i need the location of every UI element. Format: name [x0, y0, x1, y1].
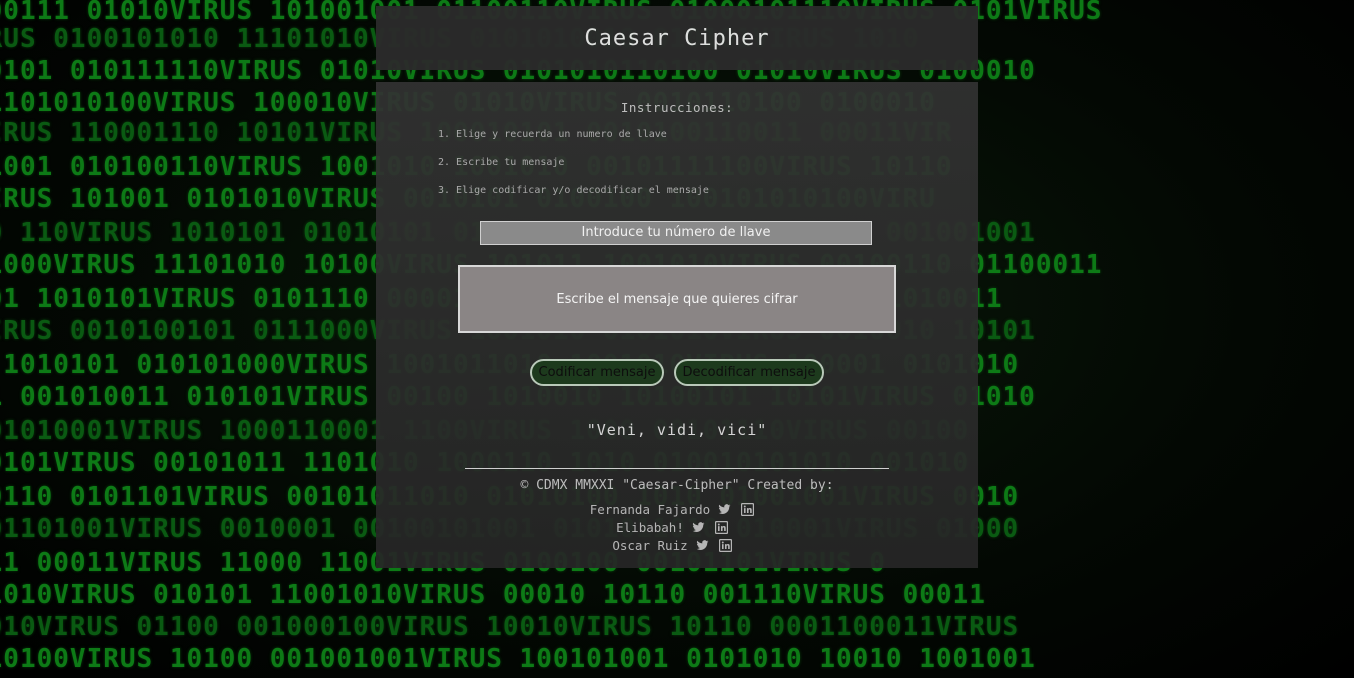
twitter-icon[interactable] [718, 503, 731, 516]
author-name: Elibabah! [616, 520, 684, 535]
message-textarea[interactable]: Escribe el mensaje que quieres cifrar [458, 265, 896, 333]
key-number-input[interactable]: Introduce tu número de llave [480, 221, 872, 245]
linkedin-icon[interactable] [718, 539, 732, 552]
instructions-title: Instrucciones: [620, 100, 734, 115]
footer-divider [465, 468, 889, 469]
encode-button[interactable]: Codificar mensaje [530, 359, 664, 386]
background-code-line: 1010VIRUS 01100 001000100VIRUS 10010VIRU… [0, 612, 1020, 642]
instruction-item: 2. Escribe tu mensaje [438, 157, 565, 168]
linkedin-icon[interactable] [741, 503, 755, 516]
twitter-icon[interactable] [692, 521, 705, 534]
background-code-line: 01010VIRUS 010101 11001010VIRUS 00010 10… [0, 580, 986, 610]
cipher-card: Instrucciones: 1. Elige y recuerda un nu… [376, 82, 978, 568]
instruction-item: 3. Elige codificar y/o decodificar el me… [438, 185, 709, 196]
decode-button[interactable]: Decodificar mensaje [674, 359, 824, 386]
page-title: Caesar Cipher [584, 25, 770, 51]
author-row: Oscar Ruiz [376, 538, 978, 553]
author-name: Oscar Ruiz [612, 538, 688, 553]
author-row: Elibabah! [376, 520, 978, 535]
twitter-icon[interactable] [696, 539, 709, 552]
linkedin-icon[interactable] [714, 521, 728, 534]
credits-text: © CDMX MMXXI "Caesar-Cipher" Created by: [520, 478, 834, 493]
quote-text: "Veni, vidi, vici" [586, 421, 768, 439]
author-name: Fernanda Fajardo [589, 502, 711, 517]
instruction-item: 1. Elige y recuerda un numero de llave [438, 129, 667, 140]
header-bar: Caesar Cipher [376, 6, 978, 70]
author-row: Fernanda Fajardo [376, 502, 978, 517]
instructions-list: 1. Elige y recuerda un numero de llave 2… [438, 128, 709, 212]
background-code-line: 010100VIRUS 10100 001001001VIRUS 1001010… [0, 644, 1036, 674]
